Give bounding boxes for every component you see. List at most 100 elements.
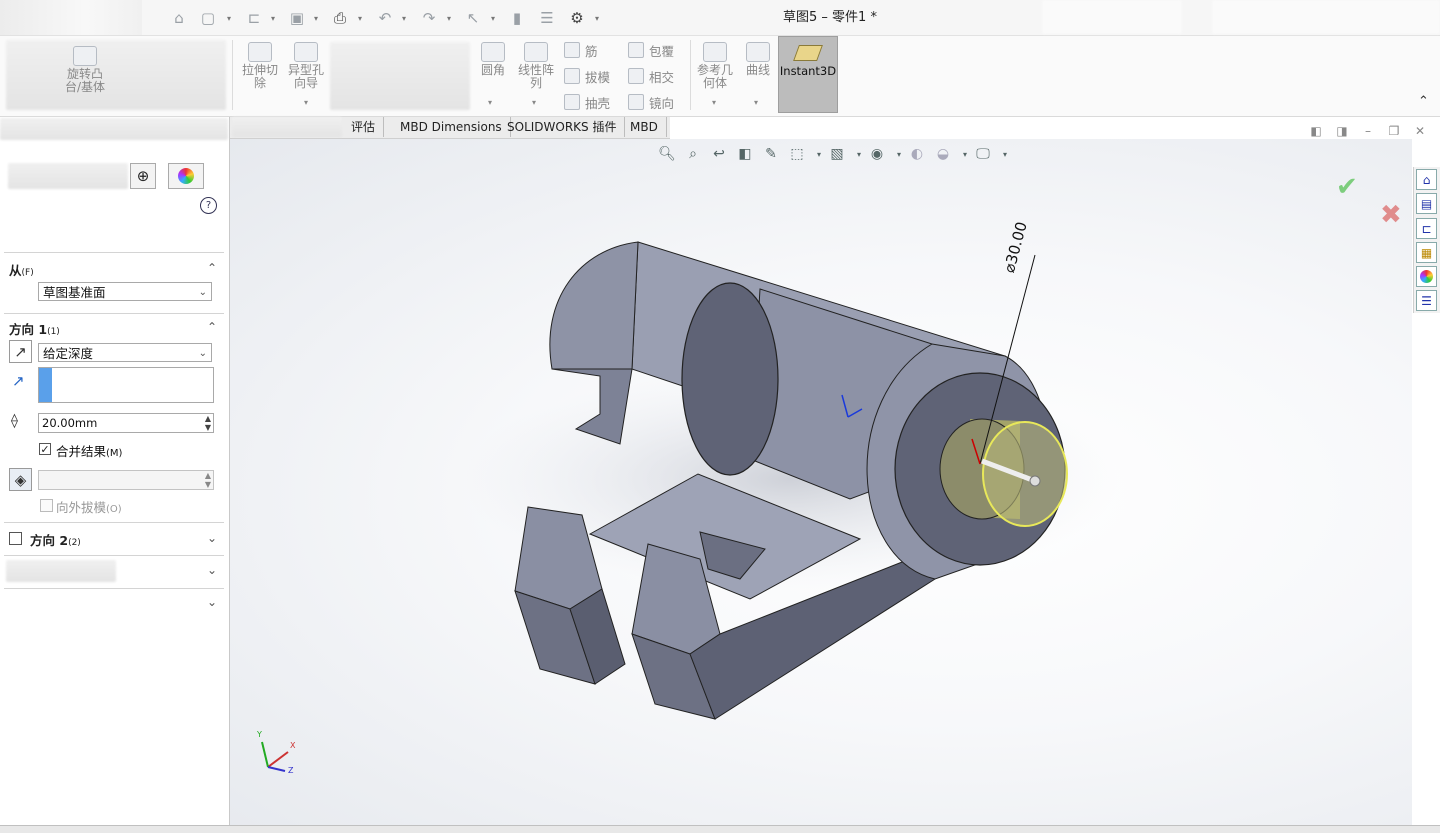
cut-cylinder-face	[681, 282, 779, 476]
options-dropdown[interactable]: ▾	[595, 10, 603, 26]
custom-properties-icon[interactable]: ☰	[1416, 290, 1437, 311]
cylinder-left-face	[549, 241, 639, 370]
tab-mbd[interactable]: MBD	[622, 117, 667, 137]
graphics-area[interactable]	[230, 139, 1412, 825]
instant3d-button[interactable]: Instant3D	[778, 36, 838, 113]
display-style-dropdown[interactable]: ▾	[850, 145, 868, 163]
view-palette-icon[interactable]: ▦	[1416, 242, 1437, 263]
direction-reference-field[interactable]	[38, 367, 214, 403]
chevron-up-icon[interactable]: ⌃	[207, 261, 221, 275]
tile-left-icon[interactable]: ◧	[1309, 124, 1323, 138]
select-icon[interactable]: ↖	[463, 8, 483, 28]
previous-view-icon[interactable]: ↩	[710, 145, 728, 163]
undo-dropdown[interactable]: ▾	[402, 10, 410, 26]
rebuild-icon[interactable]: ▮	[507, 8, 527, 28]
chevron-down-icon[interactable]: ⌄	[207, 595, 221, 609]
intersect-button[interactable]: 相交	[628, 67, 674, 86]
view-settings-monitor-icon[interactable]: 🖵︎	[974, 145, 992, 163]
revolve-boss-button[interactable]: 旋转凸台/基体	[60, 46, 110, 94]
apply-scene-icon[interactable]: ◒	[934, 145, 952, 163]
chevron-down-icon[interactable]: ⌄	[207, 531, 221, 545]
chevron-up-icon[interactable]: ⌃	[207, 320, 221, 334]
hide-show-items-icon[interactable]: ◉	[868, 145, 886, 163]
view-orientation-dropdown[interactable]: ▾	[810, 145, 828, 163]
file-properties-icon[interactable]: ☰	[537, 8, 557, 28]
hole-wizard-dropdown[interactable]: ▾	[304, 98, 308, 107]
solidworks-logo[interactable]	[0, 0, 142, 35]
chevron-down-icon[interactable]: ⌄	[207, 563, 221, 577]
reverse-direction-icon[interactable]: ↗	[9, 340, 32, 363]
open-folder-icon[interactable]: ⊏	[244, 8, 264, 28]
tab-solidworks-addins[interactable]: SOLIDWORKS 插件	[499, 117, 626, 137]
dynamic-annotation-icon[interactable]: ✎	[762, 145, 780, 163]
direction1-section-title[interactable]: 方向 1(1)	[9, 319, 60, 338]
shell-label: 抽壳	[585, 96, 611, 111]
home-icon[interactable]: ⌂	[169, 8, 189, 28]
zoom-to-area-icon[interactable]: ⌕	[684, 145, 702, 163]
view-settings-dropdown[interactable]: ▾	[996, 145, 1014, 163]
extrude-cut-button[interactable]: 拉伸切除	[238, 42, 282, 90]
hole-wizard-button[interactable]: 异型孔向导	[286, 42, 326, 90]
new-file-dropdown[interactable]: ▾	[227, 10, 235, 26]
dimxpert-crosshair-icon[interactable]: ⊕	[130, 163, 156, 189]
options-gear-icon[interactable]: ⚙	[567, 8, 587, 28]
help-icon[interactable]: ?	[200, 197, 217, 214]
redo-icon[interactable]: ↷	[419, 8, 439, 28]
linear-pattern-button[interactable]: 线性阵列	[514, 42, 558, 90]
zoom-to-fit-icon[interactable]: 🔍︎	[658, 145, 676, 163]
wrap-button[interactable]: 包覆	[628, 41, 674, 60]
direction2-checkbox[interactable]	[9, 532, 22, 545]
depth-spinner[interactable]: ▲ ▼	[205, 414, 211, 432]
open-dropdown[interactable]: ▾	[271, 10, 279, 26]
design-library-icon[interactable]: ▤	[1416, 193, 1437, 214]
tab-mbd-dimensions[interactable]: MBD Dimensions	[392, 117, 511, 137]
apply-scene-dropdown[interactable]: ▾	[956, 145, 974, 163]
solidworks-resources-home-icon[interactable]: ⌂	[1416, 169, 1437, 190]
close-icon[interactable]: ✕	[1413, 124, 1427, 138]
reference-geometry-dropdown[interactable]: ▾	[712, 98, 716, 107]
redo-dropdown[interactable]: ▾	[447, 10, 455, 26]
rib-button[interactable]: 筋	[564, 41, 598, 60]
draft-button[interactable]: 拔模	[564, 67, 610, 86]
direction1-title-text: 方向 1	[9, 322, 48, 337]
shell-button[interactable]: 抽壳	[564, 93, 610, 112]
confirm-check-icon[interactable]: ✔	[1336, 172, 1358, 202]
from-section-title[interactable]: 从(F)	[9, 260, 34, 279]
display-manager-tab[interactable]	[168, 163, 204, 189]
fillet-dropdown[interactable]: ▾	[488, 98, 492, 107]
tab-evaluate[interactable]: 评估	[343, 117, 385, 137]
hide-show-dropdown[interactable]: ▾	[890, 145, 908, 163]
select-dropdown[interactable]: ▾	[491, 10, 499, 26]
tile-right-icon[interactable]: ◨	[1335, 124, 1349, 138]
section-view-icon[interactable]: ◧	[736, 145, 754, 163]
undo-icon[interactable]: ↶	[375, 8, 395, 28]
from-select[interactable]: 草图基准面 ⌄	[38, 282, 212, 301]
cancel-x-icon[interactable]: ✖	[1380, 200, 1402, 230]
draft-on-off-icon[interactable]: ◈	[9, 468, 32, 491]
minimize-icon[interactable]: –	[1361, 124, 1375, 138]
curves-button[interactable]: 曲线	[742, 42, 774, 77]
end-condition-select[interactable]: 给定深度 ⌄	[38, 343, 212, 362]
curves-icon	[746, 42, 770, 62]
file-explorer-icon[interactable]: ⊏	[1416, 218, 1437, 239]
new-file-icon[interactable]: ▢	[198, 8, 218, 28]
merge-shortcut: (M)	[106, 448, 123, 459]
linear-pattern-dropdown[interactable]: ▾	[532, 98, 536, 107]
edit-appearance-icon[interactable]: ◐	[908, 145, 926, 163]
curves-dropdown[interactable]: ▾	[754, 98, 758, 107]
appearances-icon[interactable]	[1416, 266, 1437, 287]
display-style-icon[interactable]: ▧	[828, 145, 846, 163]
save-icon[interactable]: ▣	[287, 8, 307, 28]
collapse-ribbon-chevron-up-icon[interactable]: ⌃	[1418, 94, 1434, 110]
merge-result-checkbox[interactable]: ✓	[39, 443, 51, 455]
restore-icon[interactable]: ❐	[1387, 124, 1401, 138]
mirror-button[interactable]: 镜向	[628, 93, 674, 112]
print-icon[interactable]: ⎙	[330, 8, 350, 28]
view-orientation-icon[interactable]: ⬚	[788, 145, 806, 163]
save-dropdown[interactable]: ▾	[314, 10, 322, 26]
reference-geometry-button[interactable]: 参考几何体	[696, 42, 734, 90]
fillet-button[interactable]: 圆角	[476, 42, 510, 77]
depth-input[interactable]: 20.00mm ▲ ▼	[38, 413, 214, 433]
print-dropdown[interactable]: ▾	[358, 10, 366, 26]
direction2-section-title[interactable]: 方向 2(2)	[30, 530, 81, 549]
